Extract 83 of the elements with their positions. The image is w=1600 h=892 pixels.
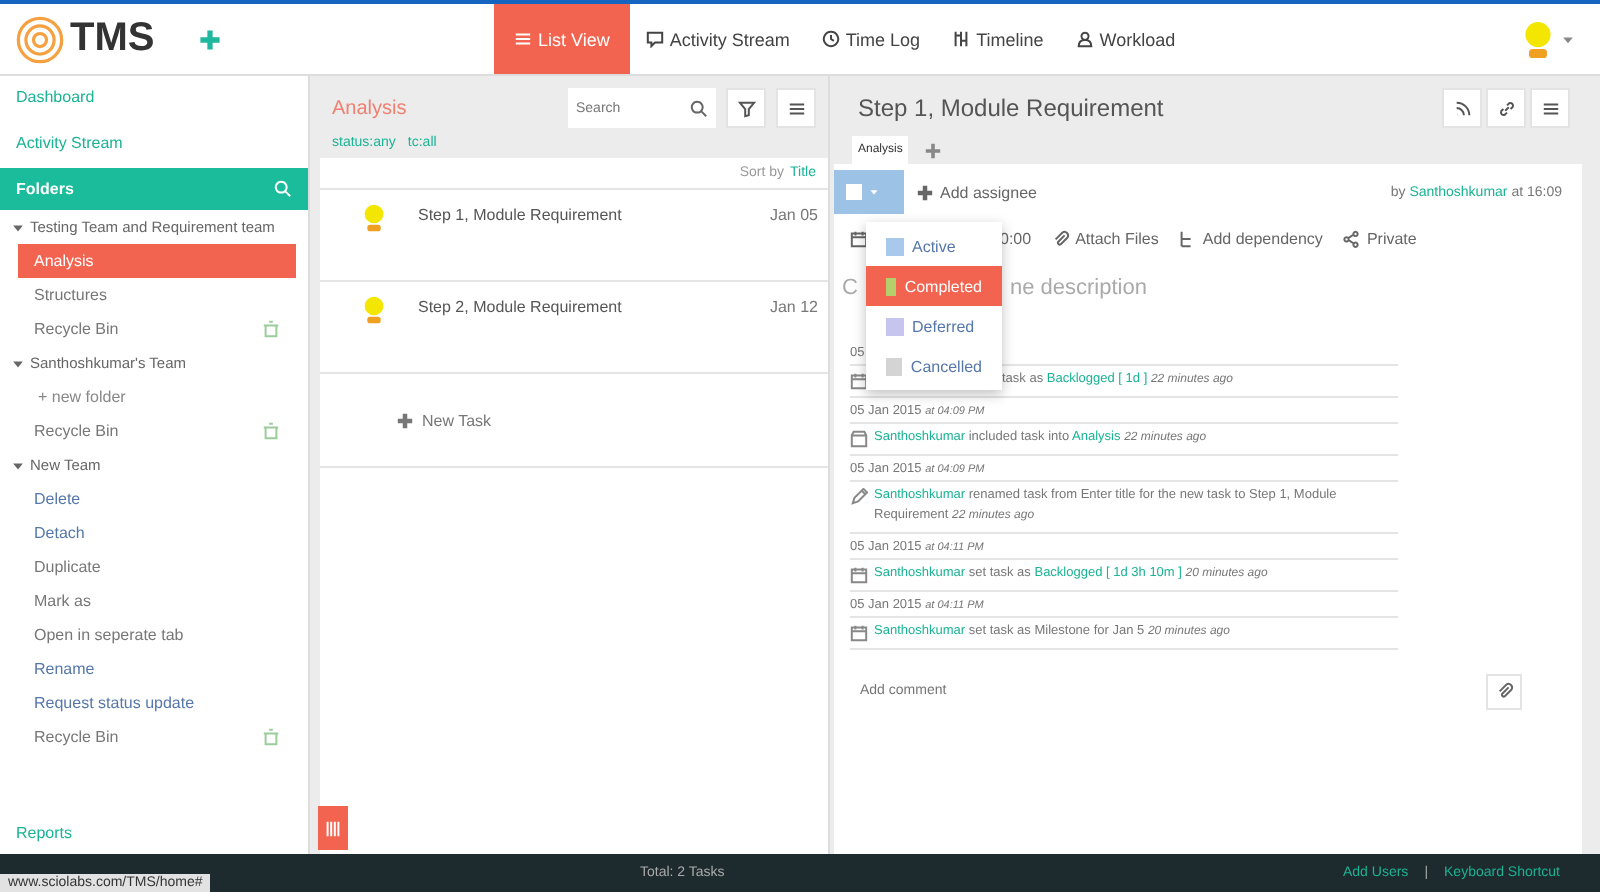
plus-icon[interactable] — [198, 27, 222, 51]
description-text[interactable]: C — [842, 276, 858, 300]
toolbar-link[interactable]: Add dependency — [1178, 230, 1323, 248]
rss-icon — [1453, 99, 1471, 117]
user-icon — [1075, 30, 1094, 48]
folder-item[interactable]: Rename — [18, 652, 296, 686]
pencil-icon — [850, 488, 868, 506]
logo-icon — [14, 13, 66, 65]
plus-icon[interactable] — [924, 141, 943, 159]
calendar-icon — [850, 372, 868, 390]
status-option[interactable]: Completed — [866, 266, 1002, 306]
status-option[interactable]: Deferred — [866, 306, 1002, 346]
folder-item[interactable]: Delete — [18, 482, 296, 516]
calendar-icon[interactable] — [850, 230, 868, 248]
avatar-icon — [360, 294, 388, 326]
share-icon — [1342, 230, 1361, 248]
caret-icon — [868, 186, 880, 198]
status-button[interactable] — [834, 170, 904, 214]
folder-item[interactable]: Recycle Bin — [18, 312, 296, 346]
list-icon — [514, 30, 532, 48]
folder-item[interactable]: Duplicate — [18, 550, 296, 584]
panel-handle[interactable] — [318, 806, 348, 850]
search-icon — [690, 99, 708, 117]
branch-icon — [1178, 230, 1197, 248]
task-title[interactable]: Step 2, Module Requirement — [418, 298, 622, 316]
task-date: Jan 12 — [769, 298, 818, 316]
link-icon — [1497, 99, 1515, 117]
folder-item[interactable]: Analysis — [18, 244, 296, 278]
folder-item[interactable]: Recycle Bin — [18, 720, 296, 754]
trash-icon[interactable] — [262, 728, 280, 746]
menu-icon — [1541, 99, 1559, 117]
paperclip-icon — [1051, 230, 1070, 248]
search-icon[interactable] — [274, 180, 292, 198]
app-logo-text: TMS — [70, 16, 155, 62]
folders-title: Folders — [16, 180, 74, 198]
menu-button[interactable] — [1530, 88, 1570, 128]
columns-icon — [324, 819, 342, 837]
folder-item[interactable]: Structures — [18, 278, 296, 312]
avatar-icon[interactable] — [1520, 17, 1556, 61]
speech-bubble-icon — [645, 30, 664, 48]
toolbar-link[interactable]: Private — [1342, 230, 1417, 248]
calendar-icon — [850, 623, 868, 642]
plus-icon — [916, 183, 934, 201]
filter-button[interactable] — [726, 88, 766, 128]
bars-icon — [952, 30, 971, 48]
folder-item[interactable]: Detach — [18, 516, 296, 550]
folder-item[interactable]: Mark as — [18, 584, 296, 618]
sidebar-link[interactable]: Reports — [0, 812, 308, 854]
sidebar-link[interactable]: Dashboard — [0, 76, 308, 118]
description-text[interactable]: ne description — [1009, 276, 1147, 300]
link-button[interactable] — [1486, 88, 1526, 128]
rss-button[interactable] — [1442, 88, 1482, 128]
clock-icon — [821, 30, 840, 48]
folder-item[interactable]: Recycle Bin — [18, 414, 296, 448]
paperclip-icon — [1495, 682, 1513, 701]
task-date: Jan 05 — [769, 206, 818, 224]
nav-tab[interactable]: Timeline — [936, 4, 1060, 74]
list-title: Analysis — [332, 97, 407, 119]
menu-button[interactable] — [776, 88, 816, 128]
folder-item[interactable]: Open in seperate tab — [18, 618, 296, 652]
plus-icon — [396, 411, 414, 429]
status-option[interactable]: Cancelled — [866, 346, 1002, 386]
attach-button[interactable] — [1486, 673, 1522, 710]
task-title: Step 1, Module Requirement — [858, 94, 1164, 122]
menu-icon — [787, 99, 805, 117]
filter-icon — [737, 99, 755, 117]
toolbar-link[interactable]: Attach Files — [1051, 230, 1159, 248]
status-option[interactable]: Active — [866, 226, 1002, 266]
avatar-icon — [360, 202, 388, 234]
new-task-link[interactable]: New Task — [320, 374, 828, 468]
nav-tab[interactable]: Time Log — [805, 4, 937, 74]
add-assignee-link[interactable]: Add assignee — [916, 183, 1037, 201]
nav-tab[interactable]: Activity Stream — [629, 4, 806, 74]
calendar-icon — [850, 565, 868, 584]
task-title[interactable]: Step 1, Module Requirement — [418, 206, 622, 224]
nav-tab[interactable]: Workload — [1059, 4, 1192, 74]
box-icon — [850, 430, 868, 448]
folder-item[interactable]: Request status update — [18, 686, 296, 720]
trash-icon[interactable] — [262, 422, 280, 440]
trash-icon[interactable] — [262, 320, 280, 338]
nav-tab[interactable]: List View — [494, 4, 630, 74]
sidebar-link[interactable]: Activity Stream — [0, 118, 308, 164]
folder-item[interactable]: + new folder — [18, 380, 296, 414]
